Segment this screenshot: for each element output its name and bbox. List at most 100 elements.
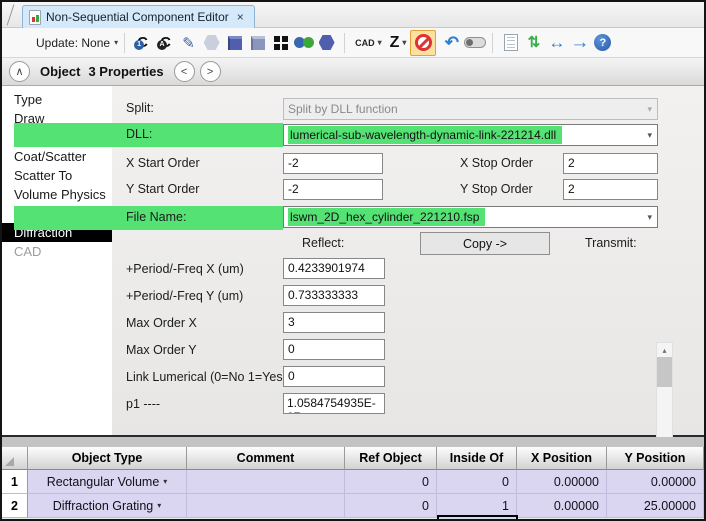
shaded-model-button[interactable] <box>200 31 223 55</box>
auto-update-button[interactable]: C A <box>154 31 177 55</box>
update-mode-dropdown[interactable]: Update: None ▾ <box>36 36 118 50</box>
chevron-down-icon: ▾ <box>647 212 652 223</box>
cube-icon <box>228 36 242 50</box>
next-object-button[interactable]: > <box>200 61 221 82</box>
ignore-object-button-active[interactable] <box>410 30 436 56</box>
dll-combobox[interactable]: lumerical-sub-wavelength-dynamic-link-22… <box>283 124 658 146</box>
refresh-exchange-button[interactable]: ⇅ <box>522 31 545 55</box>
sidebar-item-coat-scatter[interactable]: Coat/Scatter <box>2 147 112 166</box>
y-start-order-label: Y Start Order <box>126 182 199 196</box>
dll-label: DLL: <box>126 127 152 141</box>
fit-width-button[interactable]: ↔ <box>545 31 568 55</box>
column-header-ref-object[interactable]: Ref Object <box>345 447 437 470</box>
file-name-combobox[interactable]: lswm_2D_hex_cylinder_221210.fsp ▾ <box>283 206 658 228</box>
copy-button[interactable]: Copy -> <box>420 232 550 255</box>
max-order-x-input[interactable]: 3 <box>283 312 385 333</box>
sidebar-item-type[interactable]: Type <box>2 90 112 109</box>
inside-of-cell[interactable]: 0 <box>437 470 517 494</box>
scroll-up-icon[interactable]: ▴ <box>657 343 672 357</box>
dll-value: lumerical-sub-wavelength-dynamic-link-22… <box>288 126 562 144</box>
y-start-order-input[interactable]: -2 <box>283 179 383 200</box>
x-start-order-input[interactable]: -2 <box>283 153 383 174</box>
y-position-cell[interactable]: 25.00000 <box>607 494 704 518</box>
tab-nsc-editor[interactable]: Non-Sequential Component Editor × <box>22 5 255 28</box>
column-header-y-position[interactable]: Y Position <box>607 447 704 470</box>
editor-toolbar: Update: None ▾ C 1 C A ✎ <box>2 28 704 58</box>
comment-cell[interactable] <box>187 470 345 494</box>
update-once-button[interactable]: C 1 <box>131 31 154 55</box>
cad-dropdown[interactable]: CAD ▾ <box>351 38 386 48</box>
toggle-switch-icon <box>464 37 486 48</box>
wire-model-button[interactable] <box>246 31 269 55</box>
tab-title: Non-Sequential Component Editor <box>46 10 229 24</box>
y-stop-order-input[interactable]: 2 <box>563 179 658 200</box>
go-forward-button[interactable]: → <box>568 31 591 55</box>
x-position-cell[interactable]: 0.00000 <box>517 470 607 494</box>
column-header-x-position[interactable]: X Position <box>517 447 607 470</box>
y-position-cell[interactable]: 0.00000 <box>607 470 704 494</box>
polygon-object-button[interactable] <box>315 31 338 55</box>
sidebar-item-cad: CAD <box>2 242 112 261</box>
sidebar-item-scatter-to[interactable]: Scatter To <box>2 166 112 185</box>
chevron-down-icon: ▾ <box>114 38 118 47</box>
p1-input[interactable]: 1.0584754935E-07 <box>283 393 385 414</box>
ref-object-cell[interactable]: 0 <box>345 494 437 518</box>
row-number[interactable]: 1 <box>2 470 28 494</box>
table-corner-cell[interactable] <box>2 447 28 470</box>
object-type-cell[interactable]: Diffraction Grating ▾ <box>28 494 187 518</box>
toolbar-separator <box>344 33 345 53</box>
period-freq-x-input[interactable]: 0.4233901974 <box>283 258 385 279</box>
x-stop-order-label: X Stop Order <box>460 156 533 170</box>
period-freq-y-input[interactable]: 0.733333333 <box>283 285 385 306</box>
toolbar-separator <box>124 33 125 53</box>
x-position-cell[interactable]: 0.00000 <box>517 494 607 518</box>
scrollbar-thumb[interactable] <box>657 357 672 387</box>
previous-object-button[interactable]: < <box>174 61 195 82</box>
right-arrow-icon: → <box>570 33 589 52</box>
sidebar-item-volume-physics[interactable]: Volume Physics <box>2 185 112 204</box>
edit-object-button[interactable]: ✎ <box>177 31 200 55</box>
editor-document-icon <box>29 10 41 25</box>
split-label: Split: <box>126 101 154 115</box>
transmit-label: Transmit: <box>585 236 637 250</box>
active-cell-outline[interactable] <box>437 515 518 521</box>
comment-cell[interactable] <box>187 494 345 518</box>
help-icon: ? <box>594 34 611 51</box>
z-order-dropdown[interactable]: Z ▾ <box>386 34 411 52</box>
chevron-right-icon: > <box>207 66 213 78</box>
x-start-order-label: X Start Order <box>126 156 200 170</box>
pencil-icon: ✎ <box>182 34 195 52</box>
reflect-label: Reflect: <box>302 236 344 250</box>
chevron-up-icon: ∧ <box>15 65 23 78</box>
toggle-button[interactable] <box>463 31 486 55</box>
grid-view-button[interactable] <box>269 31 292 55</box>
auto-update-badge-icon: A <box>157 40 167 50</box>
p1-label: p1 ---- <box>126 397 160 411</box>
row-number[interactable]: 2 <box>2 494 28 518</box>
tab-bar: Non-Sequential Component Editor × <box>2 2 704 28</box>
file-name-value: lswm_2D_hex_cylinder_221210.fsp <box>288 208 485 226</box>
column-header-comment[interactable]: Comment <box>187 447 345 470</box>
panel-divider <box>2 437 704 447</box>
spreadsheet-view-button[interactable] <box>499 31 522 55</box>
ref-object-cell[interactable]: 0 <box>345 470 437 494</box>
toolbar-separator <box>492 33 493 53</box>
max-order-y-label: Max Order Y <box>126 343 197 357</box>
solid-model-button[interactable] <box>223 31 246 55</box>
properties-panel: Type Draw Sources Coat/Scatter Scatter T… <box>2 86 704 437</box>
link-lumerical-input[interactable]: 0 <box>283 366 385 387</box>
help-button[interactable]: ? <box>591 31 614 55</box>
max-order-y-input[interactable]: 0 <box>283 339 385 360</box>
collapse-panel-button[interactable]: ∧ <box>9 61 30 82</box>
detector-viewer-button[interactable] <box>292 31 315 55</box>
column-header-inside-of[interactable]: Inside Of <box>437 447 517 470</box>
undo-button[interactable]: ↶ <box>440 31 463 55</box>
column-header-object-type[interactable]: Object Type <box>28 447 187 470</box>
properties-title-count: 3 Properties <box>88 64 163 79</box>
object-properties-header: ∧ Object 3 Properties < > <box>2 58 704 86</box>
x-stop-order-input[interactable]: 2 <box>563 153 658 174</box>
document-lines-icon <box>504 34 518 51</box>
chevron-down-icon: ▾ <box>157 501 161 510</box>
tab-close-icon[interactable]: × <box>237 10 244 24</box>
object-type-cell[interactable]: Rectangular Volume ▾ <box>28 470 187 494</box>
